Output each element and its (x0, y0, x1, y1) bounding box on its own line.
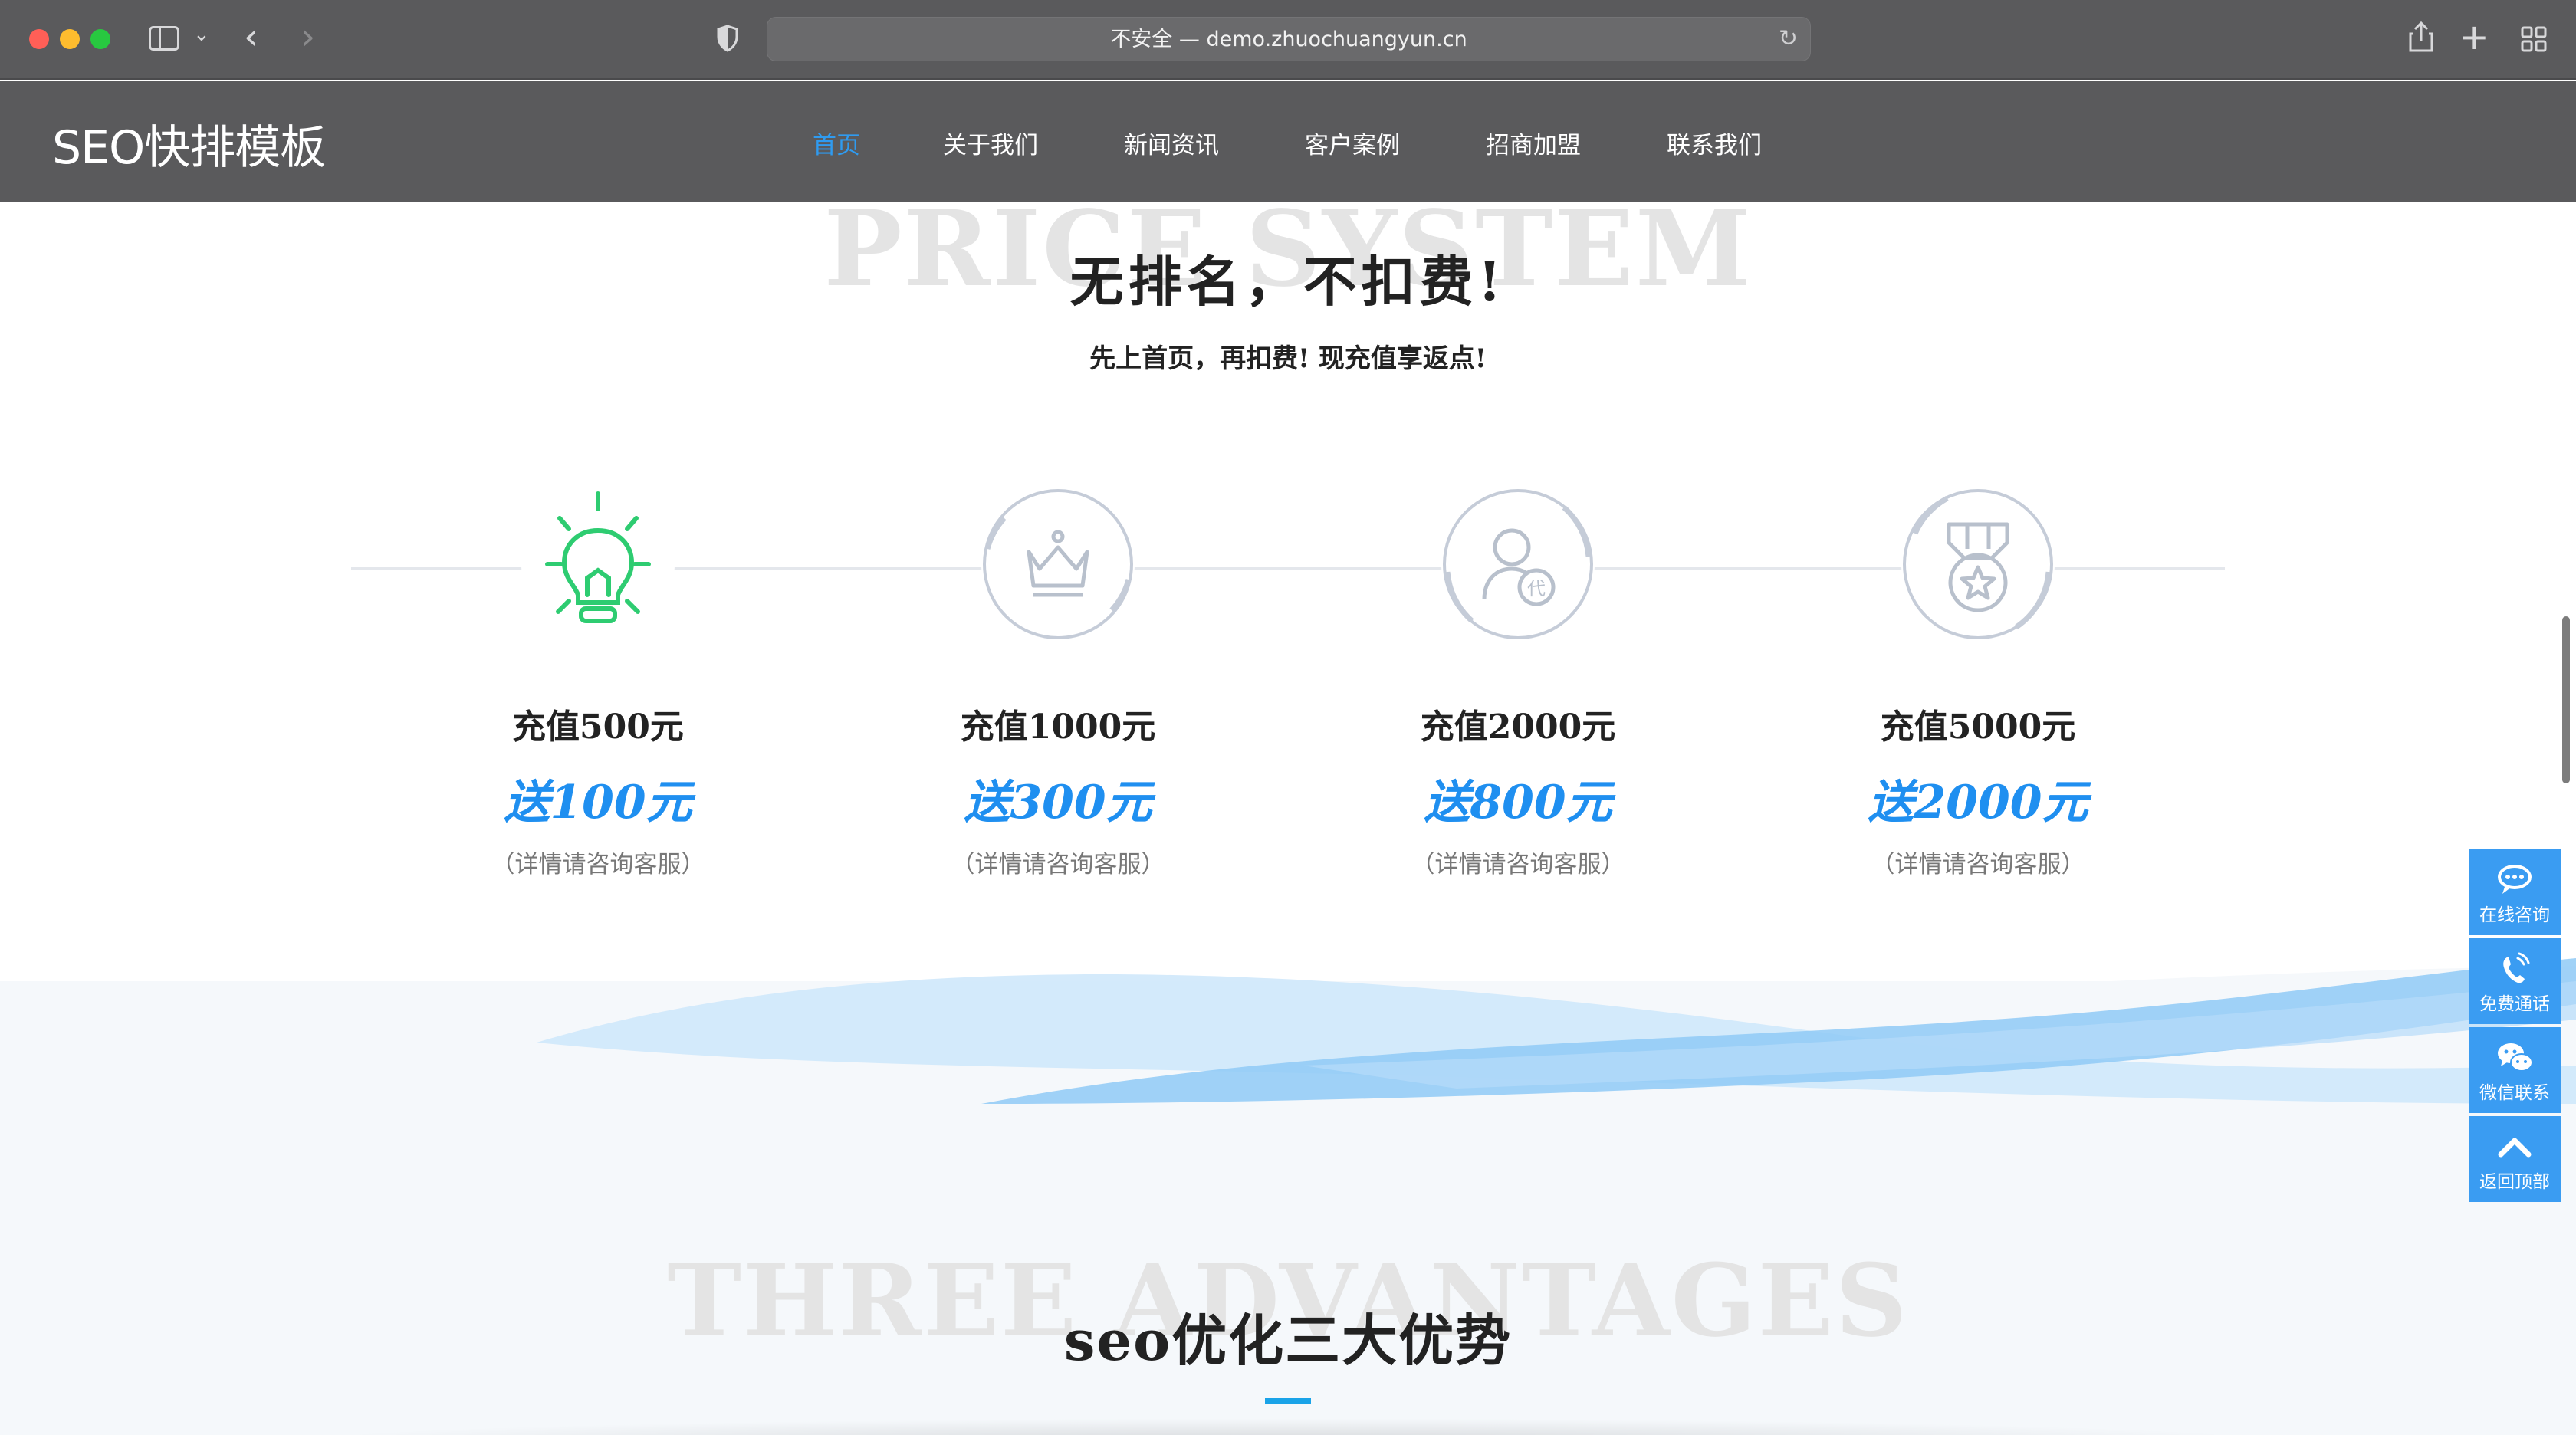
plan-title: 充值500元 (512, 708, 684, 747)
sidebar-icon[interactable] (149, 26, 179, 51)
chevron-down-icon[interactable]: ⌄ (193, 23, 210, 46)
plan-note: （详情请咨询客服） (1871, 851, 2085, 878)
minimize-window-button[interactable] (60, 29, 80, 49)
price-title: 无排名，不扣费! (1070, 250, 1506, 314)
phone-icon (2503, 952, 2530, 983)
plan-icon-wrapper (521, 488, 675, 641)
plan-icon-wrapper (1901, 488, 2055, 641)
medal-star-icon (1903, 489, 2053, 639)
plan-icon-wrapper (981, 488, 1135, 641)
browser-toolbar: ⌄ ‹ › 不安全 — demo.zhuochuangyun.cn ↻ + (0, 0, 2576, 80)
float-label: 返回顶部 (2479, 1172, 2550, 1192)
agent-user-icon: 代 (1443, 489, 1593, 639)
floating-contact-bar: 在线咨询 免费通话 微信联系 返回顶部 (2469, 849, 2561, 1205)
nav-news[interactable]: 新闻资讯 (1124, 126, 1219, 160)
float-label: 免费通话 (2479, 994, 2550, 1014)
scrollbar-thumb[interactable] (2562, 616, 2570, 783)
plan-card[interactable]: 充值1000元 送300元 （详情请咨询客服） (905, 488, 1211, 886)
price-subtitle: 先上首页，再扣费! 现充值享返点! (1089, 343, 1487, 374)
plan-card[interactable]: 代 充值2000元 送800元 （详情请咨询客服） (1365, 488, 1671, 886)
back-icon[interactable]: ‹ (244, 14, 258, 60)
plan-title: 充值5000元 (1880, 708, 2076, 747)
forward-icon[interactable]: › (301, 14, 315, 60)
online-consult-button[interactable]: 在线咨询 (2469, 849, 2561, 935)
plan-title: 充值2000元 (1420, 708, 1616, 747)
plan-title: 充值1000元 (960, 708, 1156, 747)
tab-overview-icon[interactable] (2521, 26, 2547, 52)
advantages-title: seo优化三大优势 (1063, 1308, 1513, 1373)
nav-home[interactable]: 首页 (813, 126, 860, 160)
zoom-window-button[interactable] (90, 29, 110, 49)
plan-note: （详情请咨询客服） (491, 851, 705, 878)
plan-icon-wrapper: 代 (1441, 488, 1595, 641)
plan-bonus: 送100元 (504, 776, 692, 829)
address-bar[interactable]: 不安全 — demo.zhuochuangyun.cn ↻ (767, 17, 1811, 61)
wechat-icon (2498, 1043, 2533, 1072)
float-label: 微信联系 (2479, 1083, 2550, 1103)
plan-bonus: 送300元 (964, 776, 1152, 829)
url-text: 不安全 — demo.zhuochuangyun.cn (1110, 28, 1467, 51)
float-label: 在线咨询 (2479, 905, 2550, 925)
wave-divider (0, 958, 2576, 1135)
plan-bonus: 送2000元 (1868, 776, 2088, 829)
reload-icon[interactable]: ↻ (1779, 25, 1798, 52)
plan-card[interactable]: 充值5000元 送2000元 （详情请咨询客服） (1825, 488, 2131, 886)
nav-franchise[interactable]: 招商加盟 (1486, 126, 1581, 160)
svg-text:代: 代 (1527, 578, 1546, 599)
back-to-top-button[interactable]: 返回顶部 (2469, 1116, 2561, 1202)
plus-icon[interactable]: + (2459, 14, 2489, 60)
share-icon[interactable] (2407, 21, 2435, 52)
site-header: SEO快排模板 首页 关于我们 新闻资讯 客户案例 招商加盟 联系我们 (0, 81, 2576, 202)
nav-about[interactable]: 关于我们 (943, 126, 1038, 160)
lightbulb-icon (545, 491, 651, 623)
wechat-contact-button[interactable]: 微信联系 (2469, 1027, 2561, 1113)
chat-icon (2498, 865, 2532, 894)
shield-icon[interactable] (716, 25, 739, 52)
site-logo[interactable]: SEO快排模板 (52, 110, 326, 177)
free-call-button[interactable]: 免费通话 (2469, 938, 2561, 1024)
nav-cases[interactable]: 客户案例 (1305, 126, 1400, 160)
plan-note: （详情请咨询客服） (951, 851, 1165, 878)
nav-contact[interactable]: 联系我们 (1667, 126, 1762, 160)
crown-icon (983, 489, 1133, 639)
title-underline (1265, 1398, 1311, 1404)
plan-bonus: 送800元 (1424, 776, 1612, 829)
close-window-button[interactable] (29, 29, 49, 49)
chevron-up-icon (2498, 1138, 2532, 1158)
plan-card[interactable]: 充值500元 送100元 （详情请咨询客服） (445, 488, 751, 886)
plan-note: （详情请咨询客服） (1411, 851, 1625, 878)
